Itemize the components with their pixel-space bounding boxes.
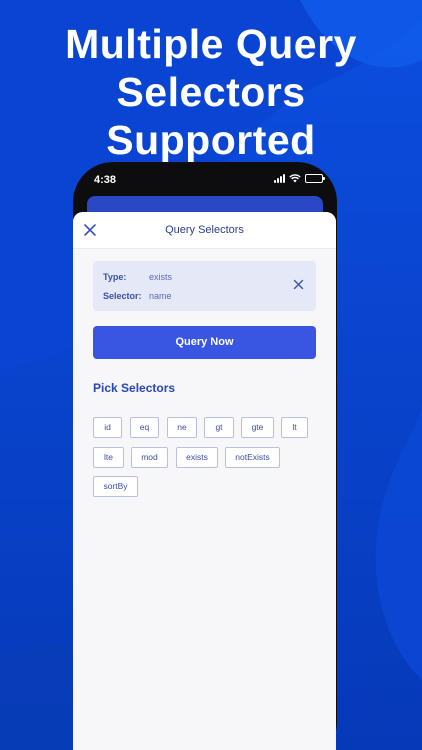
chip-sortby[interactable]: sortBy [93, 476, 138, 497]
chip-eq[interactable]: eq [130, 417, 159, 438]
signal-icon [274, 174, 285, 183]
selector-value: name [149, 291, 172, 301]
chip-notexists[interactable]: notExists [225, 447, 280, 468]
chip-ne[interactable]: ne [167, 417, 197, 438]
query-now-button[interactable]: Query Now [93, 326, 316, 359]
remove-selector-icon[interactable] [293, 279, 304, 290]
pick-selectors-title: Pick Selectors [93, 381, 176, 395]
battery-charging-icon [305, 174, 325, 183]
chip-gte[interactable]: gte [241, 417, 274, 438]
type-label: Type: [103, 272, 127, 282]
headline-line-3: Supported [106, 117, 316, 163]
type-row: Type: exists [103, 272, 172, 282]
status-time: 4:38 [94, 174, 117, 186]
type-value: exists [149, 272, 173, 282]
selector-row: Selector: name [103, 291, 172, 301]
chip-mod[interactable]: mod [131, 447, 168, 468]
chip-lte[interactable]: lte [93, 447, 124, 468]
chip-exists[interactable]: exists [176, 447, 218, 468]
headline-line-1: Multiple Query [65, 21, 357, 67]
headline: Multiple Query Selectors Supported [0, 20, 422, 164]
selected-selector-card: Type: exists Selector: name [93, 261, 316, 311]
status-bar: 4:38 [73, 170, 337, 192]
chip-gt[interactable]: gt [204, 417, 234, 438]
selector-label: Selector: [103, 291, 142, 301]
chip-id[interactable]: id [93, 417, 122, 438]
wifi-icon [289, 174, 301, 183]
query-selectors-modal: Query Selectors Type: exists Selector: n… [73, 212, 336, 750]
headline-line-2: Selectors [116, 69, 306, 115]
status-icons [274, 174, 325, 183]
chip-lt[interactable]: lt [281, 417, 308, 438]
modal-header: Query Selectors [73, 212, 336, 249]
modal-title: Query Selectors [165, 224, 244, 236]
